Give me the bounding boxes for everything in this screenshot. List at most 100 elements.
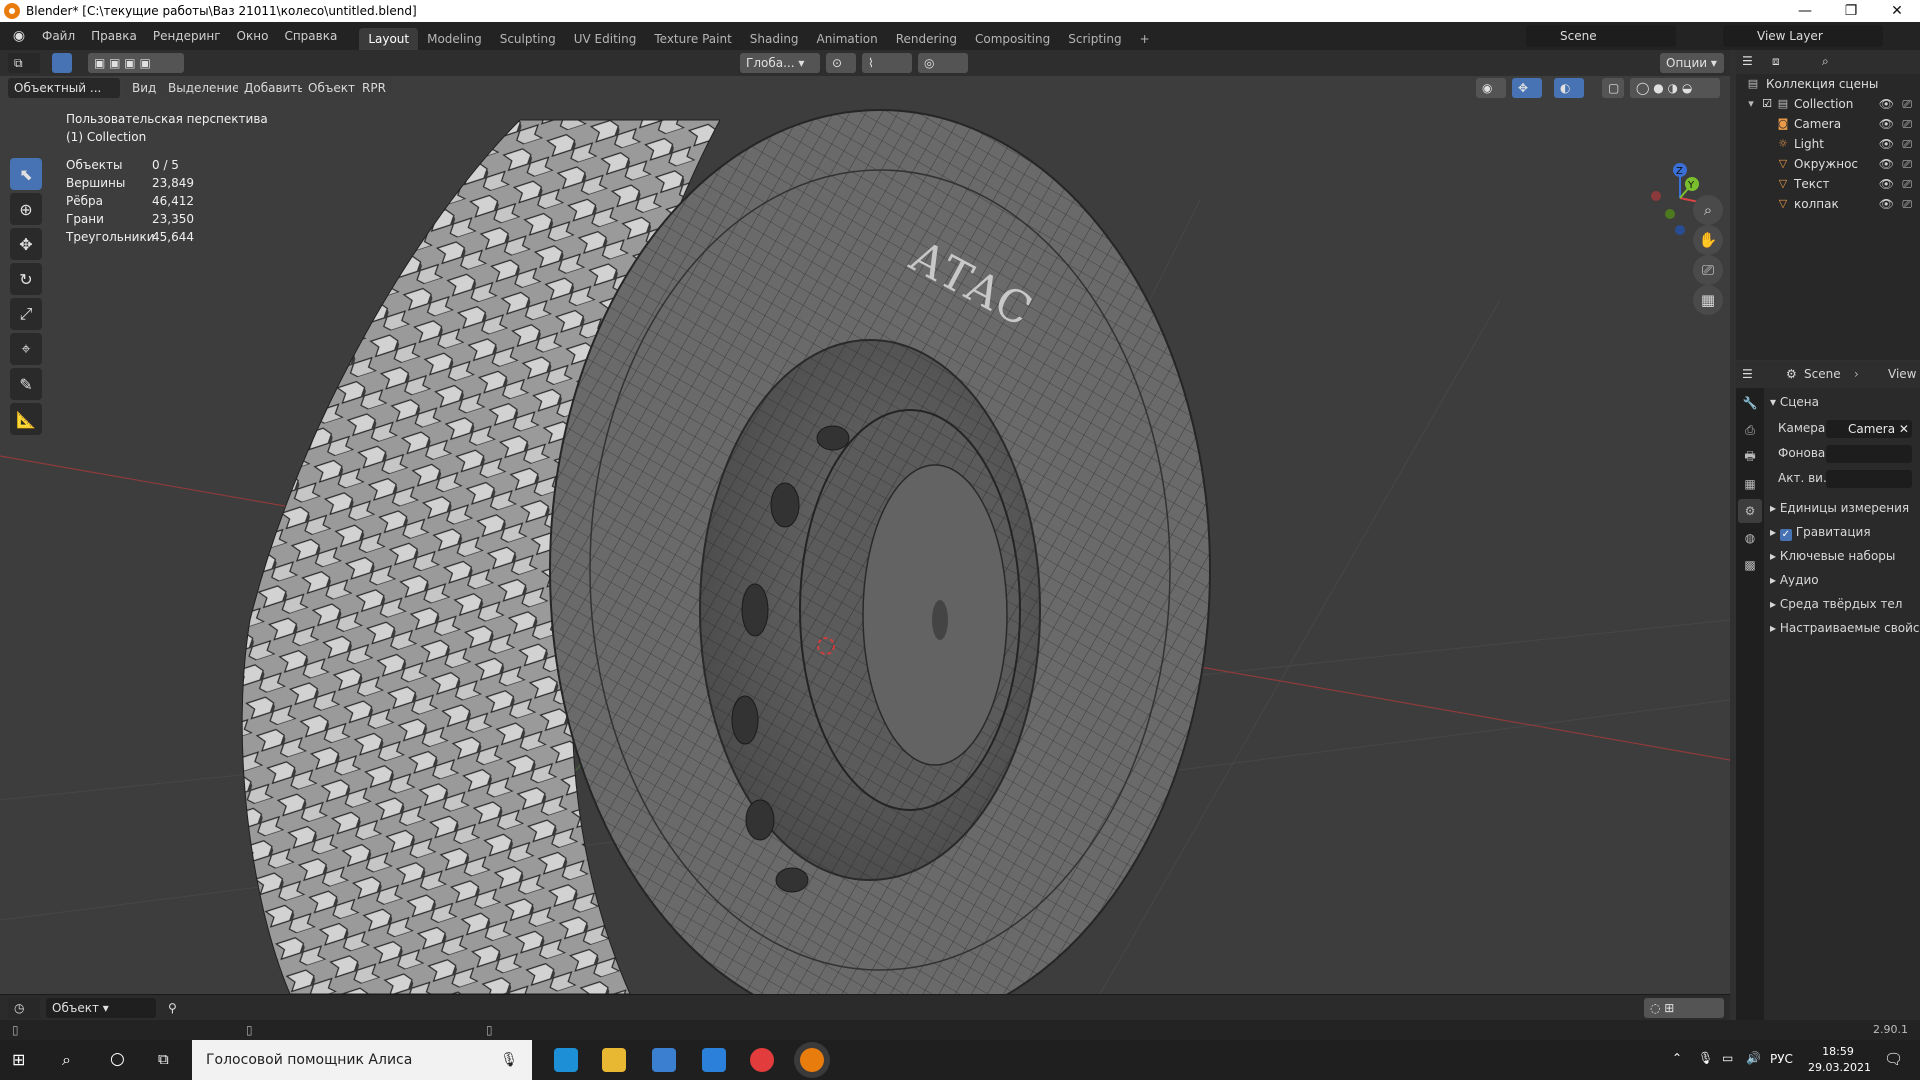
xray-icon[interactable]: ▢ [1602,78,1624,98]
outliner-item-hubcap[interactable]: ▽ колпак 👁 ⎚ [1736,194,1920,214]
annotate-tool-icon[interactable]: ✎ [10,368,42,400]
menu-file[interactable]: Файл [34,22,83,50]
view-layer-tab-icon[interactable]: ▦ [1738,472,1762,496]
outliner-item-text[interactable]: ▽ Текст 👁 ⎚ [1736,174,1920,194]
tab-texture-paint[interactable]: Texture Paint [645,28,740,50]
edge-browser-icon[interactable] [554,1048,578,1072]
visibility-eye-icon[interactable]: 👁 [1879,134,1894,154]
menu-object[interactable]: Объект [302,78,361,98]
cursor-tool-icon[interactable]: ⊕ [10,193,42,225]
minimize-button[interactable]: — [1782,0,1828,22]
tray-network-icon[interactable]: ▭ [1722,1051,1733,1065]
ortho-grid-icon[interactable]: ▦ [1693,285,1723,315]
visibility-eye-icon[interactable]: 👁 [1879,94,1894,114]
tab-scripting[interactable]: Scripting [1059,28,1130,50]
panel-audio[interactable]: ▸ Аудио [1770,570,1819,590]
render-tab-icon[interactable]: ⎙ [1738,418,1762,442]
tab-layout[interactable]: Layout [359,28,419,50]
tray-chevron-icon[interactable]: ⌃ [1672,1051,1682,1065]
outliner-item-camera[interactable]: ◙ Camera 👁 ⎚ [1736,114,1920,134]
outliner-scene-collection[interactable]: ▤ Коллекция сцены [1736,74,1920,94]
expand-arrow-icon[interactable]: ▾ [1744,97,1758,111]
panel-rigid-body-world[interactable]: ▸ Среда твёрдых тел [1770,594,1902,614]
tab-modeling[interactable]: Modeling [418,28,491,50]
output-tab-icon[interactable]: 🖶 [1738,445,1762,469]
tray-mic-icon[interactable]: 🎙 [1698,1051,1713,1065]
outliner-item-circle[interactable]: ▽ Окружнос 👁 ⎚ [1736,154,1920,174]
selection-mode-buttons[interactable]: ▣ ▣ ▣ ▣ [88,53,184,73]
scene-section-header[interactable]: ▾ Сцена [1770,392,1819,412]
properties-editor-icon[interactable]: ☰ [1742,367,1753,381]
render-camera-icon[interactable]: ⎚ [1902,154,1912,174]
visibility-eye-icon[interactable]: 👁 [1879,194,1894,214]
scene-selector[interactable]: Scene [1526,25,1676,47]
zoom-icon[interactable]: ⌕ [1693,195,1723,225]
menu-select[interactable]: Выделение [162,78,246,98]
scene-tab-icon[interactable]: ⚙ [1738,499,1762,523]
panel-keying-sets[interactable]: ▸ Ключевые наборы [1770,546,1895,566]
close-button[interactable]: ✕ [1874,0,1920,22]
tab-compositing[interactable]: Compositing [966,28,1059,50]
render-camera-icon[interactable]: ⎚ [1902,194,1912,214]
transform-tool-icon[interactable]: ⌖ [10,333,42,365]
menu-view[interactable]: Вид [126,78,163,98]
proportional-edit-icon[interactable]: ◎ [918,53,968,73]
measure-tool-icon[interactable]: 📐 [10,403,42,435]
tool-tab-icon[interactable]: 🔧 [1738,391,1762,415]
render-camera-icon[interactable]: ⎚ [1902,174,1912,194]
assistant-search-box[interactable]: Голосовой помощник Алиса 🎙 [192,1040,532,1080]
tray-volume-icon[interactable]: 🔊 [1746,1051,1761,1065]
menu-add[interactable]: Добавить [238,78,311,98]
tab-rendering[interactable]: Rendering [887,28,966,50]
rotate-tool-icon[interactable]: ↻ [10,263,42,295]
maximize-button[interactable]: ❐ [1828,0,1874,22]
cortana-icon[interactable]: ○ [110,1049,125,1069]
microphone-icon[interactable]: 🎙 [500,1040,518,1080]
gizmo-icon[interactable]: ✥ [1512,78,1542,98]
menu-edit[interactable]: Правка [83,22,145,50]
select-box-icon[interactable] [52,53,72,73]
visibility-eye-icon[interactable]: 👁 [1879,174,1894,194]
visibility-eye-icon[interactable]: 👁 [1879,154,1894,174]
yandex-browser-icon[interactable] [750,1048,774,1072]
menu-render[interactable]: Рендеринг [145,22,229,50]
pan-hand-icon[interactable]: ✋ [1693,225,1723,255]
blender-taskbar-icon[interactable] [800,1048,824,1072]
timeline-view-buttons[interactable]: ◌ ⊞ [1644,998,1724,1018]
notifications-icon[interactable]: 🗨 [1884,1050,1903,1068]
transform-orientation-select[interactable]: Глоба... ▾ [740,53,820,73]
outliner-collection[interactable]: ▾ ☑ ▤ Collection 👁 ⎚ [1736,94,1920,114]
background-scene-field[interactable] [1826,445,1912,463]
tab-uv-editing[interactable]: UV Editing [565,28,646,50]
visibility-icon[interactable]: ◉ [1476,78,1506,98]
visibility-eye-icon[interactable]: 👁 [1879,114,1894,134]
store-icon[interactable] [652,1048,676,1072]
select-tool-icon[interactable]: ⬉ [10,158,42,190]
scale-tool-icon[interactable]: ⤢ [10,298,42,330]
menu-rpr[interactable]: RPR [356,78,392,98]
pivot-icon[interactable]: ⊙ [826,53,856,73]
render-camera-icon[interactable]: ⎚ [1902,94,1912,114]
tab-shading[interactable]: Shading [741,28,808,50]
add-workspace-button[interactable]: + [1131,28,1159,50]
panel-custom-properties[interactable]: ▸ Настраиваемые свойс [1770,618,1920,638]
overlay-icon[interactable]: ◐ [1554,78,1584,98]
texture-tab-icon[interactable]: ▩ [1738,553,1762,577]
view-layer-selector[interactable]: View Layer [1723,25,1883,47]
menu-window[interactable]: Окно [229,22,277,50]
outliner-filter-icon[interactable]: ⧈ [1772,54,1780,69]
active-clip-field[interactable] [1826,470,1912,488]
move-tool-icon[interactable]: ✥ [10,228,42,260]
shading-mode-buttons[interactable]: ◯ ● ◑ ◒ [1630,78,1720,98]
camera-field[interactable]: Camera ✕ [1826,420,1912,438]
mail-icon[interactable] [702,1048,726,1072]
options-dropdown[interactable]: Опции ▾ [1660,53,1724,73]
timeline-mode-select[interactable]: Объект ▾ [46,998,156,1018]
render-camera-icon[interactable]: ⎚ [1902,114,1912,134]
input-language[interactable]: РУС [1770,1052,1793,1066]
file-explorer-icon[interactable] [602,1048,626,1072]
camera-view-icon[interactable]: ⎚ [1693,255,1723,285]
render-camera-icon[interactable]: ⎚ [1902,134,1912,154]
world-tab-icon[interactable]: ◍ [1738,526,1762,550]
outliner-editor-icon[interactable]: ☰ [1742,54,1753,68]
